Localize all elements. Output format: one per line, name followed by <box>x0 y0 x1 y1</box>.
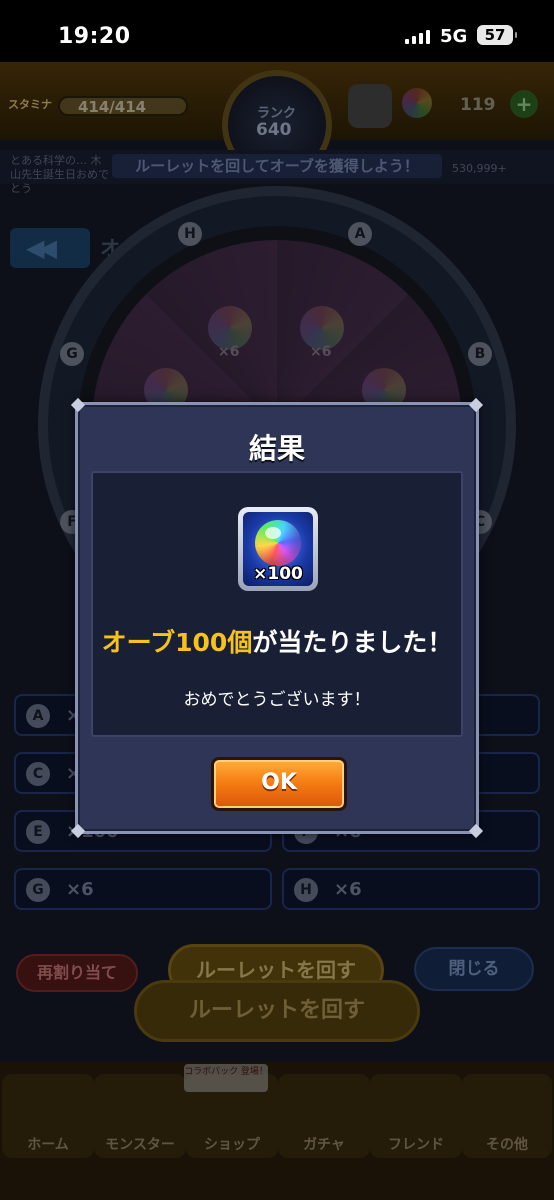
dialog-title: 結果 <box>248 432 305 465</box>
status-bar: 19:20 5G 57 <box>0 0 554 62</box>
reward-item-frame: ×100 <box>243 512 313 586</box>
result-highlight: オーブ100個 <box>101 628 253 657</box>
signal-icon <box>405 30 430 44</box>
ok-button[interactable]: OK <box>211 757 347 811</box>
result-dialog: 結果 ×100 オーブ100個が当たりました！ おめでとうございます！ OK <box>70 397 484 839</box>
network-type: 5G <box>440 26 468 47</box>
battery-icon: 57 <box>477 25 517 45</box>
rainbow-orb-icon <box>255 520 301 566</box>
reward-quantity: ×100 <box>253 564 303 584</box>
battery-level: 57 <box>484 26 506 44</box>
reward-item: ×100 <box>238 507 318 591</box>
congrats-message: おめでとうございます！ <box>183 690 371 710</box>
result-rest: が当たりました！ <box>252 628 453 657</box>
status-time: 19:20 <box>58 24 131 49</box>
dialog-body: ×100 オーブ100個が当たりました！ おめでとうございます！ <box>91 471 463 737</box>
result-message: オーブ100個が当たりました！ <box>93 623 461 659</box>
